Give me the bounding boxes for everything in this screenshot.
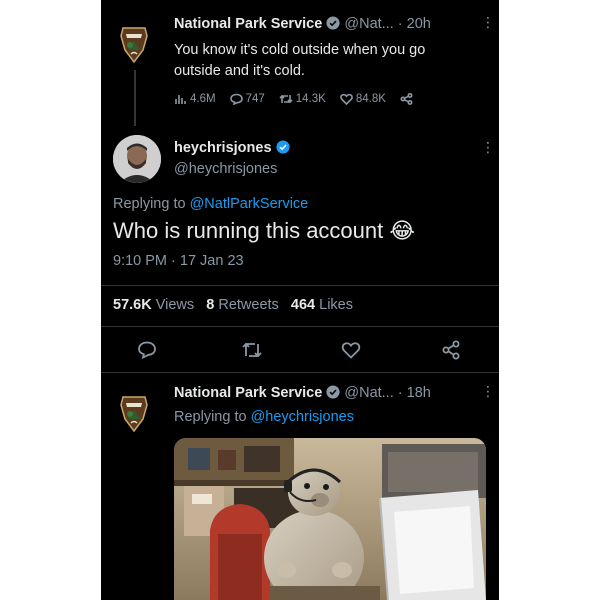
nps-arrowhead-logo-icon: [120, 396, 148, 433]
tweet2-views[interactable]: 57.6K Views: [113, 297, 194, 313]
retweet-icon: [279, 94, 293, 104]
tweet1-views-count: 4.6M: [190, 93, 216, 105]
tweet3-replying-prefix: Replying to: [174, 409, 247, 425]
tweet1-retweets-count: 14.3K: [295, 93, 326, 105]
tweet2-text-body: Who is running this account: [113, 218, 384, 243]
tweet1-separator: ·: [397, 16, 403, 32]
tweet2-likes[interactable]: 464 Likes: [291, 297, 353, 313]
like-icon[interactable]: [341, 340, 361, 360]
timeline: National Park Service @Nat... · 20h ⋮ Yo…: [101, 0, 499, 600]
tweet2-replying-handle[interactable]: @NatlParkService: [190, 196, 309, 212]
tweet1-replies-count: 747: [245, 93, 265, 105]
tweet2-retweets[interactable]: 8 Retweets: [206, 297, 279, 313]
tweet1-text-line2: outside and it's cold.: [174, 63, 305, 79]
tweet1-display-name[interactable]: National Park Service: [174, 16, 322, 32]
tweet1-views[interactable]: 4.6M: [174, 93, 216, 105]
tweet3-header: National Park Service @Nat... · 18h: [174, 385, 431, 401]
tweet2-likes-count: 464: [290, 297, 316, 313]
divider: [101, 372, 499, 373]
tweet1-stats: 4.6M 747 14.3K 84.8K: [174, 93, 427, 105]
tweet1-handle[interactable]: @Nat...: [344, 16, 393, 32]
divider: [101, 326, 499, 327]
tweet2-views-count: 57.6K: [113, 297, 152, 313]
tweet2-display-name[interactable]: heychrisjones: [174, 140, 272, 156]
divider: [101, 285, 499, 286]
tweet1-text-line1: You know it's cold outside when you go: [174, 42, 426, 58]
tweet2-views-label: Views: [155, 297, 195, 313]
tweet2-user: heychrisjones @heychrisjones: [174, 138, 290, 180]
tweet1-likes[interactable]: 84.8K: [339, 93, 386, 105]
tweet1-more-icon[interactable]: ⋮: [481, 14, 495, 31]
tweet2-retweets-count: 8: [206, 297, 215, 313]
nps-avatar[interactable]: [119, 393, 149, 438]
retweet-icon[interactable]: [241, 340, 263, 360]
tweet1-retweets[interactable]: 14.3K: [279, 93, 326, 105]
share-icon: [400, 93, 413, 105]
tweet1-replies[interactable]: 747: [229, 93, 265, 105]
tweet3-replying: Replying to @heychrisjones: [174, 409, 354, 425]
tweet3-separator: ·: [397, 385, 403, 401]
tweet3-display-name[interactable]: National Park Service: [174, 385, 322, 401]
laughing-emoji-icon: 😂: [389, 218, 416, 243]
tweet2-replying-prefix: Replying to: [113, 196, 186, 212]
like-icon: [339, 93, 353, 105]
tweet2-replying: Replying to @NatlParkService: [113, 196, 308, 212]
nps-avatar[interactable]: [119, 24, 149, 69]
tweet1-header: National Park Service @Nat... · 20h: [174, 16, 431, 32]
reply-icon: [229, 93, 243, 105]
avatar[interactable]: [113, 135, 161, 183]
thread-line: [134, 70, 136, 126]
reply-icon[interactable]: [137, 340, 157, 360]
tweet2-retweets-label: Retweets: [218, 297, 279, 313]
groundhog-photo: [174, 438, 486, 600]
tweet2-likes-label: Likes: [319, 297, 353, 313]
tweet3-replying-handle[interactable]: @heychrisjones: [251, 409, 354, 425]
verified-badge-icon: [326, 16, 340, 30]
tweet2-action-bar: [101, 336, 499, 364]
tweet3-more-icon[interactable]: ⋮: [481, 383, 495, 400]
tweet1-likes-count: 84.8K: [355, 93, 386, 105]
tweet2-timestamp[interactable]: 9:10 PM · 17 Jan 23: [113, 253, 244, 269]
verified-badge-icon: [326, 385, 340, 399]
tweet3-handle[interactable]: @Nat...: [344, 385, 393, 401]
share-icon[interactable]: [441, 340, 461, 360]
verified-badge-icon: [275, 140, 290, 154]
tweet2-engagement: 57.6K Views 8 Retweets 464 Likes: [113, 297, 353, 313]
tweet1-text: You know it's cold outside when you go o…: [174, 40, 425, 82]
tweet1-time[interactable]: 20h: [407, 16, 431, 32]
tweet3-media-image[interactable]: [174, 438, 486, 600]
tweet2-text: Who is running this account 😂: [113, 218, 415, 244]
tweet1-share[interactable]: [400, 93, 413, 105]
tweet3-time[interactable]: 18h: [407, 385, 431, 401]
nps-arrowhead-logo-icon: [120, 27, 148, 64]
avatar-photo: [113, 135, 161, 183]
views-icon: [175, 95, 186, 104]
tweet2-handle[interactable]: @heychrisjones: [174, 159, 290, 180]
tweet2-more-icon[interactable]: ⋮: [481, 139, 495, 156]
